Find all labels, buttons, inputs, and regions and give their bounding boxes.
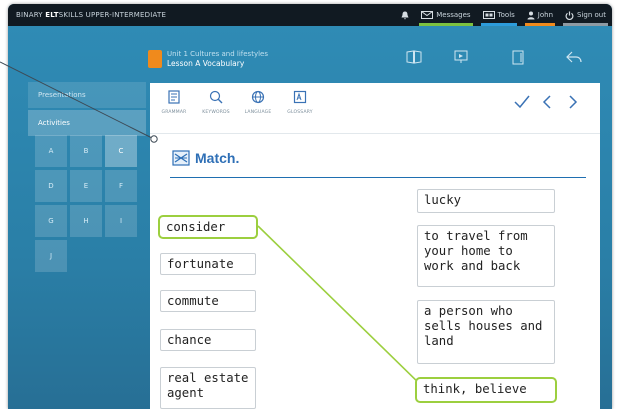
activity-d[interactable]: D: [35, 170, 67, 202]
grammar-button[interactable]: GRAMMAR: [154, 89, 194, 115]
left-word-fortunate[interactable]: fortunate: [160, 253, 256, 275]
left-word-chance[interactable]: chance: [160, 329, 256, 351]
exercise-title: Match.: [172, 149, 239, 167]
exercise-panel: GRAMMAR KEYWORDS LANGUAGE GLOSSARY Match…: [150, 83, 600, 409]
grammar-icon: [168, 90, 180, 104]
notifications-button[interactable]: [401, 4, 409, 26]
right-definition-lucky[interactable]: lucky: [417, 189, 555, 213]
activity-g[interactable]: G: [35, 205, 67, 237]
match-icon: [172, 150, 190, 166]
activity-c[interactable]: C: [105, 135, 137, 167]
envelope-icon: [421, 11, 434, 19]
exercise-title-text: Match.: [195, 150, 240, 166]
glossary-label: GLOSSARY: [287, 110, 313, 115]
user-button[interactable]: John: [524, 4, 556, 26]
power-icon: [565, 11, 574, 20]
lesson-header: Unit 1 Cultures and lifestyles Lesson A …: [148, 42, 608, 76]
presentation-icon[interactable]: [454, 50, 468, 64]
book-icon[interactable]: [406, 50, 422, 64]
top-nav: Messages Tools John Sign out: [389, 4, 608, 26]
keywords-button[interactable]: KEYWORDS: [196, 89, 236, 115]
keywords-icon: [209, 90, 223, 104]
sidebar-tab-activities[interactable]: Activities: [28, 110, 146, 136]
tools-label: Tools: [497, 11, 515, 19]
globe-icon: [251, 90, 265, 104]
lesson-title: Unit 1 Cultures and lifestyles Lesson A …: [167, 49, 268, 69]
right-definition-real-estate-agent[interactable]: a person who sells houses and land: [417, 300, 555, 364]
glossary-button[interactable]: GLOSSARY: [280, 89, 320, 115]
activity-b[interactable]: B: [70, 135, 102, 167]
unit-icon: [148, 50, 162, 68]
activity-j[interactable]: J: [35, 240, 67, 272]
user-indicator: [524, 23, 556, 26]
previous-icon[interactable]: [542, 95, 552, 109]
signout-button[interactable]: Sign out: [563, 4, 608, 26]
tools-icon: [482, 11, 495, 19]
language-label: LANGUAGE: [244, 110, 272, 115]
next-icon[interactable]: [568, 95, 578, 109]
glossary-icon: [293, 90, 307, 104]
activity-h[interactable]: H: [70, 205, 102, 237]
left-word-commute[interactable]: commute: [160, 290, 256, 312]
right-definition-think-believe[interactable]: think, believe: [415, 377, 557, 403]
app-title: BINARY ELTSKILLS UPPER-INTERMEDIATE: [16, 11, 167, 19]
app-window: BINARY ELTSKILLS UPPER-INTERMEDIATE Mess…: [8, 4, 612, 409]
signout-label: Sign out: [577, 11, 606, 19]
exercise-toolbar: GRAMMAR KEYWORDS LANGUAGE GLOSSARY: [150, 83, 600, 134]
notebook-icon[interactable]: [512, 50, 524, 65]
unit-title: Unit 1 Cultures and lifestyles: [167, 50, 268, 58]
lesson-name: Lesson A Vocabulary: [167, 59, 245, 68]
activity-f[interactable]: F: [105, 170, 137, 202]
activity-i[interactable]: I: [105, 205, 137, 237]
user-label: John: [537, 11, 554, 19]
messages-label: Messages: [436, 11, 471, 19]
activity-a[interactable]: A: [35, 135, 67, 167]
signout-indicator: [563, 23, 608, 26]
title-divider: [170, 177, 586, 178]
messages-button[interactable]: Messages: [419, 4, 473, 26]
language-button[interactable]: LANGUAGE: [238, 89, 278, 115]
grammar-label: GRAMMAR: [161, 110, 187, 115]
tools-button[interactable]: Tools: [480, 4, 517, 26]
activity-e[interactable]: E: [70, 170, 102, 202]
left-word-real-estate-agent[interactable]: real estate agent: [160, 367, 256, 409]
check-icon[interactable]: [514, 95, 530, 109]
sidebar-tab-presentations[interactable]: Presentations: [28, 82, 146, 108]
top-bar: BINARY ELTSKILLS UPPER-INTERMEDIATE Mess…: [8, 4, 612, 26]
right-definition-commute[interactable]: to travel from your home to work and bac…: [417, 225, 555, 287]
share-back-icon[interactable]: [566, 50, 582, 64]
keywords-label: KEYWORDS: [202, 110, 230, 115]
bell-icon: [401, 11, 409, 20]
user-icon: [527, 11, 535, 19]
tools-indicator: [480, 23, 517, 26]
left-word-consider[interactable]: consider: [158, 215, 258, 239]
messages-indicator: [419, 23, 473, 26]
